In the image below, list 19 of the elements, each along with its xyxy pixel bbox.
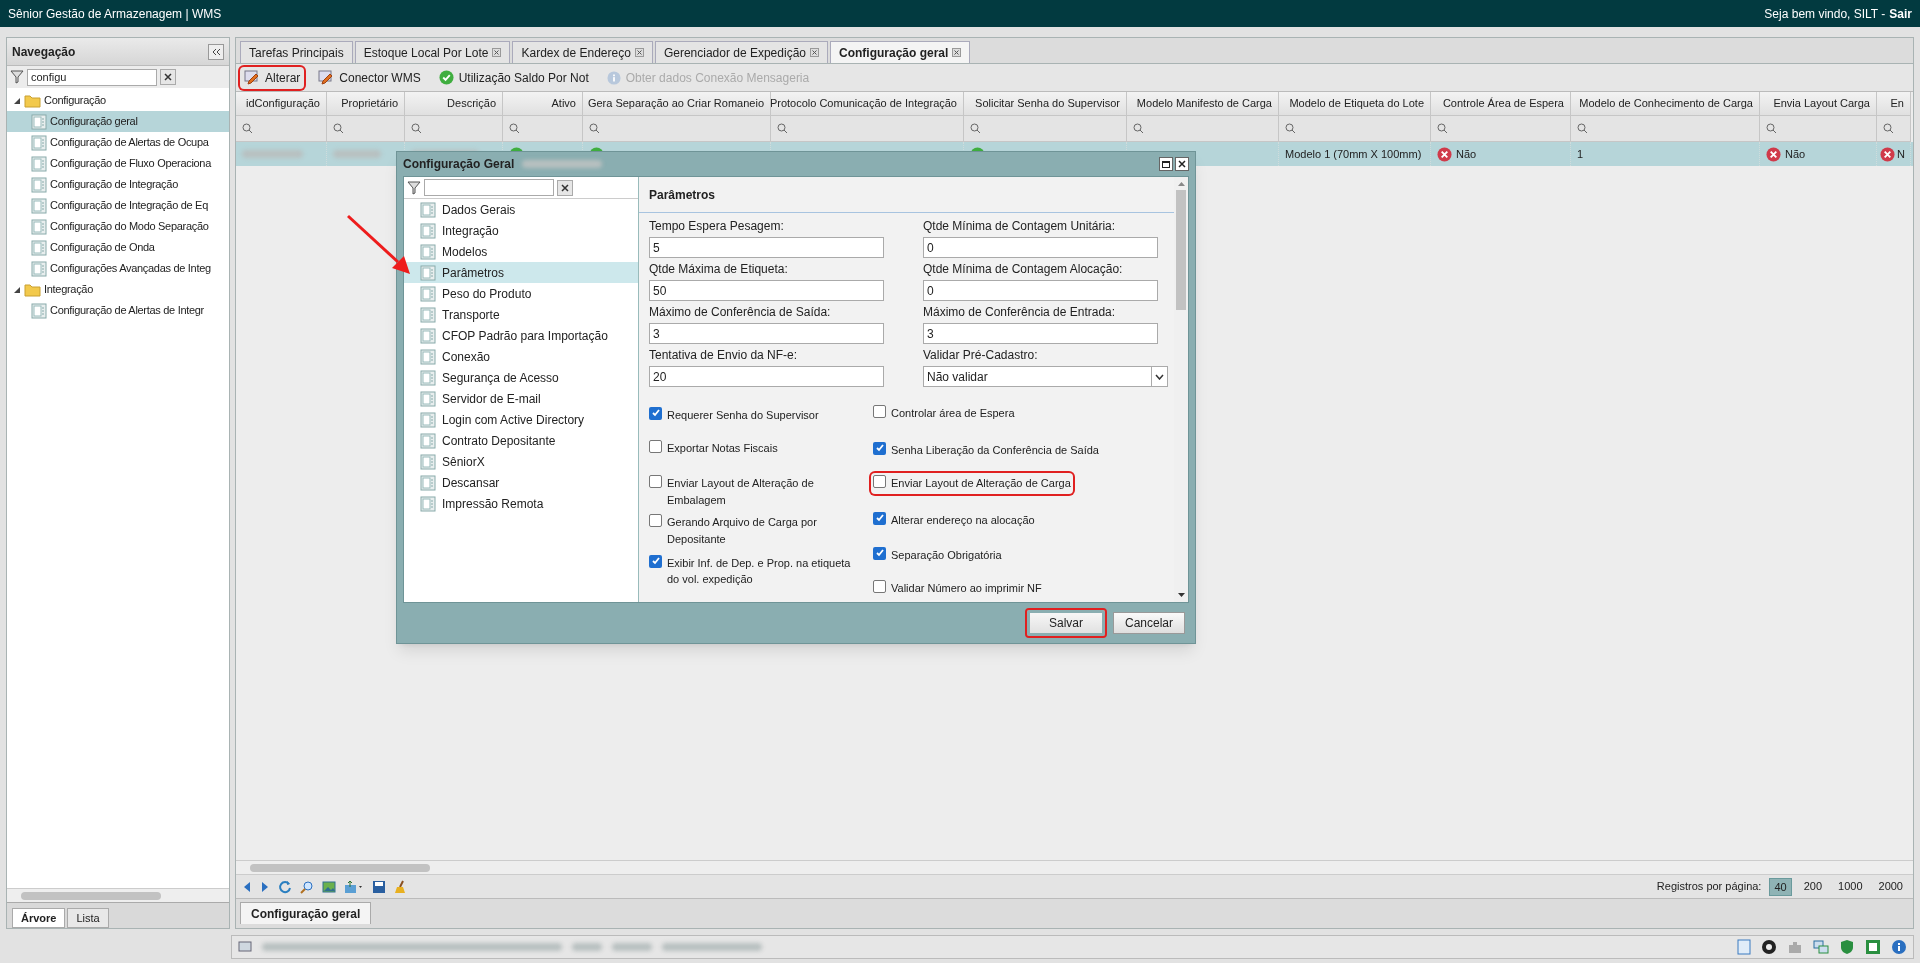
- app-title: Sênior Gestão de Armazenagem | WMS: [8, 5, 222, 23]
- section-title: Parâmetros: [639, 177, 1174, 213]
- field-label: Tentativa de Envio da NF-e:: [649, 347, 799, 364]
- field-label: Máximo de Conferência de Entrada:: [923, 304, 1117, 321]
- welcome-text: Seja bem vindo, SILT -: [1764, 5, 1886, 23]
- table-cell-text: N: [1897, 146, 1905, 162]
- field-label: Qtde Máxima de Etiqueta:: [649, 261, 789, 278]
- table-cell-text: 1: [1577, 146, 1584, 162]
- table-cell-text: Não: [1456, 146, 1477, 162]
- field-label: Validar Pré-Cadastro:: [923, 347, 1039, 364]
- dialog-title: Configuração Geral: [403, 156, 515, 173]
- field-label: Máximo de Conferência de Saída:: [649, 304, 832, 321]
- panel-title: Navegação: [12, 43, 76, 61]
- table-cell-text: Modelo 1 (70mm X 100mm): [1285, 146, 1422, 162]
- field-label: Qtde Mínima de Contagem Alocação:: [923, 261, 1124, 278]
- pager-label: Registros por página:: [1656, 879, 1762, 895]
- field-label: Tempo Espera Pesagem:: [649, 218, 785, 235]
- field-label: Qtde Mínima de Contagem Unitária:: [923, 218, 1117, 235]
- table-cell-text: Não: [1785, 146, 1806, 162]
